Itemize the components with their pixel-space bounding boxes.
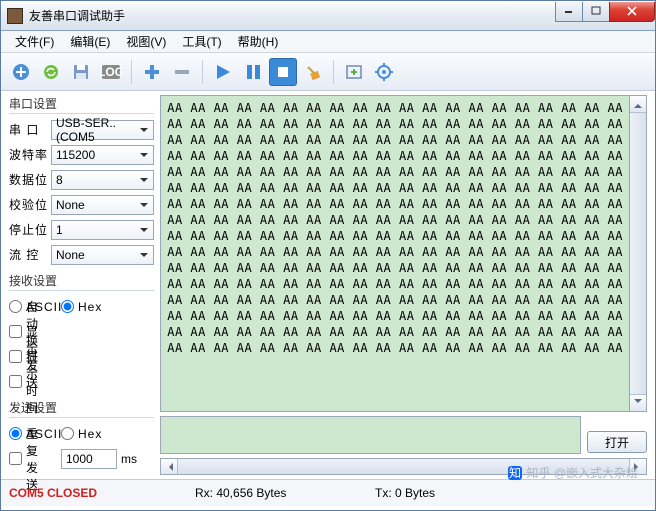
window-title: 友善串口调试助手 [29, 7, 556, 24]
flow-select[interactable]: None [51, 245, 154, 265]
menu-view[interactable]: 视图(V) [118, 31, 174, 52]
parity-select[interactable]: None [51, 195, 154, 215]
menu-tools[interactable]: 工具(T) [174, 31, 229, 52]
port-select[interactable]: USB-SER.. (COM5 [51, 120, 154, 140]
svg-text:LOG: LOG [100, 65, 122, 79]
stopbits-select[interactable]: 1 [51, 220, 154, 240]
stop-icon[interactable] [269, 58, 297, 86]
send-group-title: 发送设置 [9, 399, 154, 418]
status-tx: Tx: 0 Bytes [375, 486, 647, 500]
close-button[interactable] [609, 2, 655, 22]
status-bar: COM5 CLOSED Rx: 40,656 Bytes Tx: 0 Bytes [1, 479, 655, 506]
status-port: COM5 CLOSED [9, 486, 195, 500]
send-hex-radio[interactable]: Hex [61, 424, 103, 444]
recv-group-title: 接收设置 [9, 272, 154, 291]
data-label: 数据位 [9, 171, 51, 188]
menu-edit[interactable]: 编辑(E) [62, 31, 118, 52]
stop-label: 停止位 [9, 221, 51, 238]
serial-group-title: 串口设置 [9, 95, 154, 114]
settings-icon[interactable] [370, 58, 398, 86]
menu-bar: 文件(F) 编辑(E) 视图(V) 工具(T) 帮助(H) [1, 31, 655, 53]
minus-icon[interactable] [168, 58, 196, 86]
save-icon[interactable] [67, 58, 95, 86]
maximize-button[interactable] [582, 2, 610, 22]
menu-file[interactable]: 文件(F) [7, 31, 62, 52]
svg-text:知: 知 [509, 466, 521, 480]
showtime-checkbox[interactable]: 显示时间 [9, 372, 51, 392]
minimize-button[interactable] [555, 2, 583, 22]
pause-icon[interactable] [239, 58, 267, 86]
plus-icon[interactable] [138, 58, 166, 86]
app-icon [7, 8, 23, 24]
parity-label: 校验位 [9, 196, 51, 213]
scroll-up-icon[interactable] [630, 96, 646, 113]
scroll-down-icon[interactable] [630, 394, 646, 411]
databits-select[interactable]: 8 [51, 170, 154, 190]
new-icon[interactable] [7, 58, 35, 86]
menu-help[interactable]: 帮助(H) [230, 31, 287, 52]
open-button[interactable]: 打开 [587, 431, 647, 453]
play-icon[interactable] [209, 58, 237, 86]
toolbar: LOG [1, 53, 655, 91]
clear-icon[interactable] [299, 58, 327, 86]
vertical-scrollbar[interactable] [630, 95, 647, 412]
scroll-left-icon[interactable] [161, 459, 178, 474]
repeat-checkbox[interactable]: 重复发送 [9, 449, 51, 469]
baud-select[interactable]: 115200 [51, 145, 154, 165]
refresh-icon[interactable] [37, 58, 65, 86]
send-textarea[interactable] [160, 416, 581, 454]
port-label: 串 口 [9, 121, 51, 138]
baud-label: 波特率 [9, 146, 51, 163]
recv-hex-radio[interactable]: Hex [61, 297, 103, 317]
add-window-icon[interactable] [340, 58, 368, 86]
flow-label: 流 控 [9, 246, 51, 263]
log-icon[interactable]: LOG [97, 58, 125, 86]
ms-label: ms [121, 452, 137, 466]
status-rx: Rx: 40,656 Bytes [195, 486, 375, 500]
interval-input[interactable]: 1000 [61, 449, 117, 469]
receive-textarea[interactable]: AA AA AA AA AA AA AA AA AA AA AA AA AA A… [160, 95, 630, 412]
watermark: 知 知乎 @嵌入式大杂烩 [508, 464, 638, 481]
